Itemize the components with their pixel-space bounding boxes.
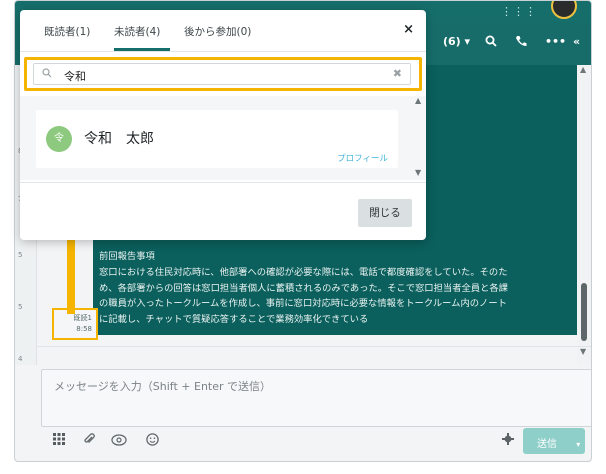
tab-unread[interactable]: 未読者(4) [114, 24, 160, 39]
more-icon[interactable]: ••• [545, 35, 566, 48]
dialog-footer: 閉じる [20, 182, 426, 240]
gear-icon[interactable] [502, 433, 514, 449]
tab-joined-later[interactable]: 後から参加(0) [184, 24, 251, 39]
dialog-tabs: 既読者(1) 未読者(4) 後から参加(0) × [20, 10, 426, 52]
message-input-placeholder: メッセージを入力（Shift + Enter で送信） [54, 380, 272, 393]
scroll-up-icon[interactable]: ▲ [580, 65, 586, 74]
profile-link[interactable]: プロフィール [337, 152, 388, 164]
member-count[interactable]: (6) ▾ [443, 35, 470, 48]
rail-number: 5 [18, 251, 23, 259]
message-time: 8:58 [76, 325, 92, 333]
search-icon[interactable] [485, 35, 497, 50]
scroll-thumb[interactable] [581, 283, 587, 341]
attachment-icon[interactable] [83, 433, 95, 450]
annotation-arrow-shaft [67, 228, 75, 314]
list-item[interactable]: 令 令和 太郎 プロフィール [36, 110, 398, 168]
message-input[interactable]: メッセージを入力（Shift + Enter で送信） [41, 369, 591, 427]
close-icon[interactable]: × [403, 22, 414, 37]
read-status-dialog: 既読者(1) 未読者(4) 後から参加(0) × 令和 ✖ 令 令和 太郎 プロ… [20, 10, 426, 240]
clear-icon[interactable]: ✖ [393, 67, 402, 80]
stamp-icon[interactable] [111, 433, 127, 450]
chat-scrollbar[interactable]: ▲ ▼ [577, 65, 591, 365]
divider [37, 346, 591, 347]
chevron-down-icon[interactable]: ▾ [576, 440, 580, 449]
search-icon [42, 68, 52, 81]
scroll-down-icon[interactable]: ▼ [580, 347, 586, 356]
scroll-up-icon[interactable]: ▲ [415, 96, 421, 105]
user-list: 令 令和 太郎 プロフィール ▲ ▼ [20, 96, 426, 180]
send-button[interactable]: 送信 ▾ [523, 428, 585, 454]
message-line: め、各部署からの回答は窓口担当者個人に蓄積されるのみであった。そこで窓口担当者全… [99, 282, 508, 294]
message-line: に記載し、チャットで質疑応答することで業務効率化できている [99, 314, 369, 326]
message-line: 窓口における住民対応時に、他部署への確認が必要な際には、電話で都度確認をしていた… [99, 266, 508, 278]
user-name: 令和 太郎 [84, 131, 154, 147]
avatar[interactable] [551, 1, 577, 19]
scroll-down-icon[interactable]: ▼ [415, 168, 421, 177]
rail-number: 4 [18, 355, 23, 363]
search-input[interactable]: 令和 ✖ [33, 63, 411, 85]
rail-number: 5 [18, 303, 23, 311]
search-highlight: 令和 ✖ [24, 57, 422, 91]
avatar: 令 [46, 126, 72, 152]
list-scrollbar[interactable]: ▲ ▼ [412, 96, 426, 180]
search-value: 令和 [64, 70, 86, 83]
collapse-icon[interactable]: « [573, 35, 580, 48]
apps-icon[interactable] [53, 433, 65, 449]
message-line: の職員が入ったトークルームを作成し、事前に窓口対応時に必要な情報をトークルーム内… [99, 298, 507, 310]
send-button-label: 送信 [537, 439, 557, 450]
apps-icon[interactable]: ⋮⋮⋮ [501, 5, 537, 18]
read-receipt[interactable]: 既読1 8:58 [52, 308, 98, 340]
tab-read[interactable]: 既読者(1) [44, 24, 90, 39]
active-tab-indicator [114, 48, 170, 51]
screen: ⋮⋮⋮ (6) ▾ ••• « 8 7 5 5 4 前回報告事項 窓口における住… [0, 0, 606, 474]
message-line: 前回報告事項 [99, 251, 155, 262]
emoji-icon[interactable] [146, 433, 159, 450]
phone-icon[interactable] [515, 35, 527, 50]
read-status: 既読1 [73, 314, 92, 322]
close-button[interactable]: 閉じる [358, 199, 412, 227]
message-text: 前回報告事項 窓口における住民対応時に、他部署への確認が必要な際には、電話で都度… [99, 249, 569, 328]
